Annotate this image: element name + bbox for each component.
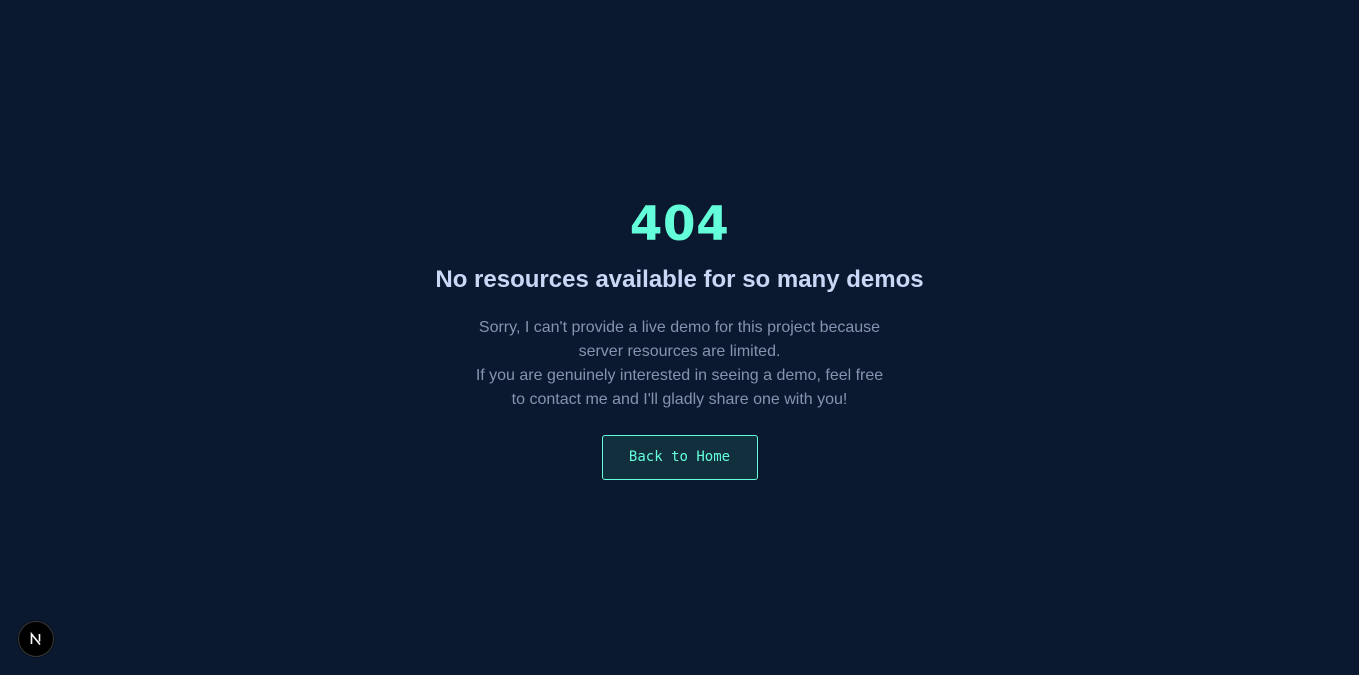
error-message-line: If you are genuinely interested in seein… — [475, 367, 884, 384]
nextjs-logo-icon — [30, 631, 41, 646]
error-message: Sorry, I can't provide a live demo for t… — [440, 316, 920, 412]
nextjs-dev-indicator-button[interactable] — [18, 621, 54, 657]
error-message-line: to contact me and I'll gladly share one … — [511, 391, 848, 408]
not-found-content: 404 No resources available for so many d… — [0, 197, 1359, 480]
not-found-page: 404 No resources available for so many d… — [0, 0, 1359, 675]
error-code: 404 — [629, 197, 730, 252]
back-to-home-button[interactable]: Back to Home — [601, 435, 758, 480]
error-message-line: Sorry, I can't provide a live demo for t… — [478, 319, 881, 336]
error-message-line: server resources are limited. — [578, 343, 781, 360]
error-title: No resources available for so many demos — [435, 266, 924, 293]
